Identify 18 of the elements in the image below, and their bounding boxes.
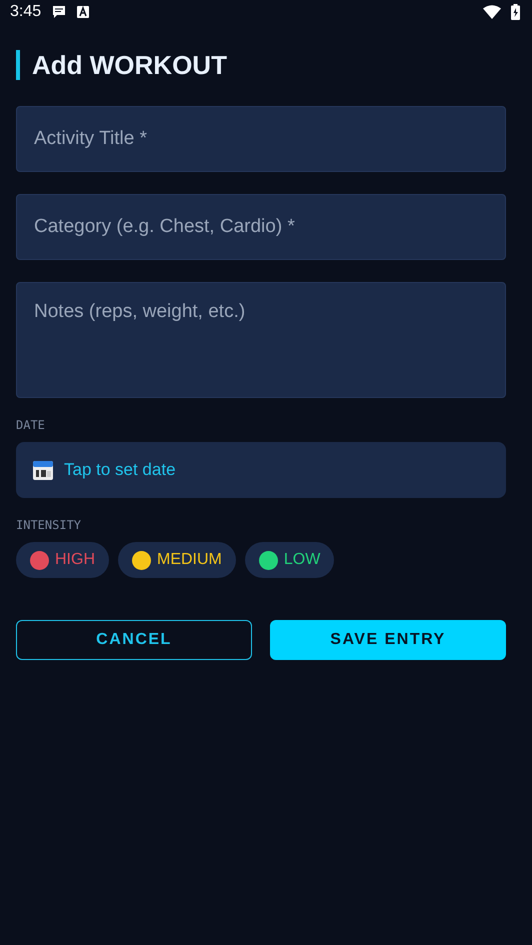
status-time: 3:45 bbox=[10, 3, 42, 21]
notes-field[interactable]: Notes (reps, weight, etc.) bbox=[16, 282, 506, 398]
date-picker[interactable]: Tap to set date bbox=[16, 442, 506, 498]
intensity-chip[interactable]: LOW bbox=[244, 542, 334, 578]
intensity-chip[interactable]: HIGH bbox=[16, 542, 109, 578]
section-label: INTENSITY bbox=[16, 518, 82, 532]
battery-icon bbox=[511, 4, 520, 20]
cancel-button[interactable]: CANCEL bbox=[16, 620, 252, 660]
input-field[interactable]: Category (e.g. Chest, Cardio) * bbox=[16, 194, 506, 260]
input-field[interactable]: Activity Title * bbox=[16, 106, 506, 172]
wifi-icon bbox=[483, 5, 501, 19]
calendar-icon bbox=[32, 459, 54, 481]
section-label: DATE bbox=[16, 418, 46, 432]
save-button[interactable]: SAVE ENTRY bbox=[270, 620, 506, 660]
page-title: Add WORKOUT bbox=[16, 50, 506, 80]
intensity-chip[interactable]: MEDIUM bbox=[118, 542, 236, 578]
message-icon bbox=[51, 4, 68, 20]
keyboard-icon bbox=[77, 6, 90, 18]
